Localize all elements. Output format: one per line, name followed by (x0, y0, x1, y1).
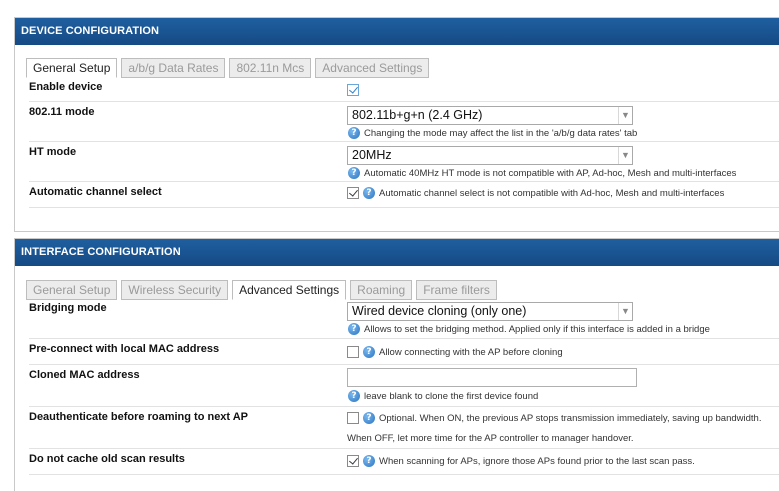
ht-mode-select[interactable]: 20MHz ▼ (347, 146, 633, 165)
mode-label: 802.11 mode (29, 106, 95, 118)
info-icon: ? (363, 187, 375, 199)
enable-device-checkbox[interactable] (347, 84, 359, 96)
tab-80211n-mcs[interactable]: 802.11n Mcs (229, 58, 312, 78)
ht-mode-row: HT mode 20MHz ▼ ? Automatic 40MHz HT mod… (29, 142, 779, 182)
enable-device-label: Enable device (29, 81, 103, 93)
tab-general-setup[interactable]: General Setup (26, 280, 118, 300)
preconnect-checkbox[interactable] (347, 346, 359, 358)
cloned-mac-label: Cloned MAC address (29, 369, 140, 381)
no-cache-hint: When scanning for APs, ignore those APs … (379, 455, 695, 467)
deauth-checkbox[interactable] (347, 412, 359, 424)
tab-advanced-settings[interactable]: Advanced Settings (315, 58, 430, 78)
bridging-mode-select-value: Wired device cloning (only one) (352, 304, 527, 318)
preconnect-label: Pre-connect with local MAC address (29, 343, 220, 355)
chevron-down-icon: ▼ (618, 303, 632, 320)
tab-wireless-security[interactable]: Wireless Security (121, 280, 229, 300)
auto-channel-hint: Automatic channel select is not compatib… (379, 187, 725, 199)
chevron-down-icon: ▼ (618, 107, 632, 124)
interface-configuration-panel: INTERFACE CONFIGURATION General Setup Wi… (14, 238, 779, 491)
chevron-down-icon: ▼ (618, 147, 632, 164)
info-icon: ? (363, 412, 375, 424)
ht-mode-select-value: 20MHz (352, 148, 392, 162)
interface-tabs: General Setup Wireless Security Advanced… (26, 280, 779, 300)
ht-mode-label: HT mode (29, 146, 77, 158)
auto-channel-label: Automatic channel select (29, 186, 162, 198)
tab-roaming[interactable]: Roaming (350, 280, 413, 300)
deauth-label: Deauthenticate before roaming to next AP (29, 411, 249, 423)
enable-device-row: Enable device (29, 80, 779, 102)
info-icon: ? (363, 455, 375, 467)
mode-select-value: 802.11b+g+n (2.4 GHz) (352, 108, 483, 122)
info-icon: ? (348, 390, 360, 402)
device-configuration-title: DEVICE CONFIGURATION (15, 18, 779, 45)
tab-frame-filters[interactable]: Frame filters (416, 280, 497, 300)
device-configuration-panel: DEVICE CONFIGURATION General Setup a/b/g… (14, 17, 779, 232)
ht-mode-hint: Automatic 40MHz HT mode is not compatibl… (364, 167, 737, 179)
info-icon: ? (363, 346, 375, 358)
info-icon: ? (348, 127, 360, 139)
bridging-mode-row: Bridging mode Wired device cloning (only… (29, 301, 779, 339)
info-icon: ? (348, 323, 360, 335)
cloned-mac-hint: leave blank to clone the first device fo… (364, 390, 539, 402)
info-icon: ? (348, 167, 360, 179)
mode-row: 802.11 mode 802.11b+g+n (2.4 GHz) ▼ ? Ch… (29, 102, 779, 142)
interface-configuration-title: INTERFACE CONFIGURATION (15, 239, 779, 266)
tab-advanced-settings[interactable]: Advanced Settings (232, 280, 347, 300)
tab-abg-data-rates[interactable]: a/b/g Data Rates (121, 58, 226, 78)
deauth-hint-continued: When OFF, let more time for the AP contr… (347, 433, 634, 444)
auto-channel-checkbox[interactable] (347, 187, 359, 199)
auto-channel-row: Automatic channel select ? Automatic cha… (29, 182, 779, 208)
mode-hint: Changing the mode may affect the list in… (364, 127, 638, 139)
cloned-mac-row: Cloned MAC address ? leave blank to clon… (29, 365, 779, 407)
no-cache-label: Do not cache old scan results (29, 453, 185, 465)
cloned-mac-input[interactable] (347, 368, 637, 387)
deauth-row: Deauthenticate before roaming to next AP… (29, 407, 779, 449)
preconnect-hint: Allow connecting with the AP before clon… (379, 346, 563, 358)
device-tabs: General Setup a/b/g Data Rates 802.11n M… (26, 58, 779, 78)
deauth-hint: Optional. When ON, the previous AP stops… (379, 412, 762, 424)
bridging-mode-select[interactable]: Wired device cloning (only one) ▼ (347, 302, 633, 321)
bridging-mode-hint: Allows to set the bridging method. Appli… (364, 323, 710, 335)
tab-general-setup[interactable]: General Setup (26, 58, 118, 78)
bridging-mode-label: Bridging mode (29, 302, 107, 314)
no-cache-checkbox[interactable] (347, 455, 359, 467)
no-cache-row: Do not cache old scan results ? When sca… (29, 449, 779, 475)
preconnect-row: Pre-connect with local MAC address ? All… (29, 339, 779, 365)
mode-select[interactable]: 802.11b+g+n (2.4 GHz) ▼ (347, 106, 633, 125)
